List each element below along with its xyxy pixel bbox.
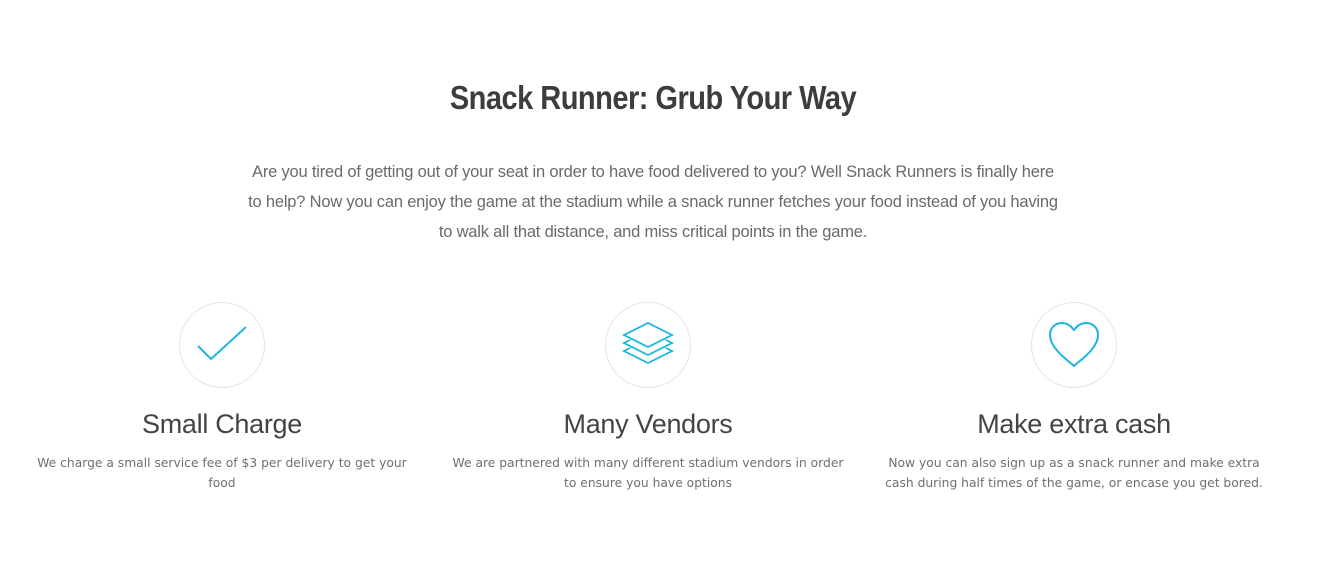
heart-icon	[1049, 322, 1099, 367]
feature-title: Many Vendors	[563, 409, 733, 439]
feature-many-vendors: Many Vendors We are partnered with many …	[438, 302, 858, 493]
feature-description: We charge a small service fee of $3 per …	[37, 456, 407, 490]
icon-circle	[605, 302, 691, 388]
feature-description: Now you can also sign up as a snack runn…	[885, 456, 1263, 490]
intro-paragraph: Are you tired of getting out of your sea…	[248, 163, 1058, 241]
feature-small-charge: Small Charge We charge a small service f…	[12, 302, 432, 493]
icon-circle	[1031, 302, 1117, 388]
icon-circle	[179, 302, 265, 388]
features-section: Snack Runner: Grub Your Way Are you tire…	[0, 0, 1318, 577]
feature-title: Small Charge	[142, 409, 302, 439]
layers-icon	[621, 321, 675, 365]
checkmark-icon	[197, 326, 247, 361]
feature-make-extra-cash: Make extra cash Now you can also sign up…	[864, 302, 1284, 493]
page-title: Snack Runner: Grub Your Way	[449, 79, 857, 116]
feature-title: Make extra cash	[977, 409, 1171, 439]
feature-description: We are partnered with many different sta…	[452, 456, 844, 490]
